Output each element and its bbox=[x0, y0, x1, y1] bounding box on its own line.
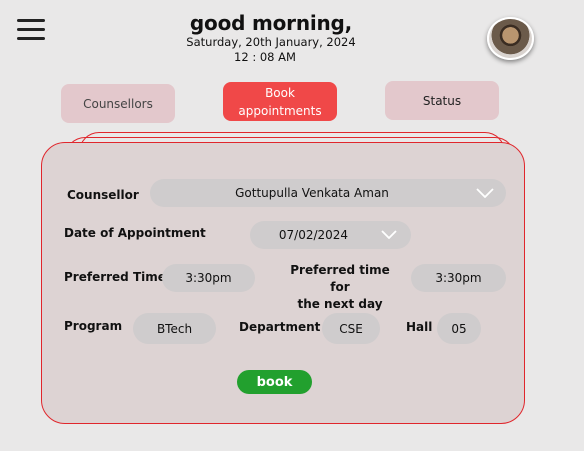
date-value: 07/02/2024 bbox=[278, 228, 349, 242]
book-button[interactable]: book bbox=[237, 370, 312, 394]
next-day-time-label-line2: the next day bbox=[297, 297, 383, 311]
program-label: Program bbox=[64, 319, 123, 333]
preferred-time-label: Preferred Time bbox=[64, 270, 166, 284]
tab-status-label: Status bbox=[422, 93, 462, 108]
hall-label: Hall bbox=[406, 320, 433, 334]
department-label: Department bbox=[239, 320, 321, 334]
hall-field[interactable]: 05 bbox=[437, 313, 481, 344]
chevron-down-icon bbox=[476, 188, 494, 198]
counsellor-label: Counsellor bbox=[67, 188, 139, 202]
next-day-time-field[interactable]: 3:30pm bbox=[411, 264, 506, 292]
book-button-label: book bbox=[256, 374, 293, 390]
tab-book-line2: appointments bbox=[238, 103, 322, 118]
current-time: 12 : 08 AM bbox=[234, 50, 296, 64]
hall-value: 05 bbox=[451, 321, 467, 336]
chevron-down-icon bbox=[381, 230, 397, 239]
date-label: Date of Appointment bbox=[64, 226, 206, 240]
date-dropdown[interactable]: 07/02/2024 bbox=[250, 221, 411, 249]
counsellor-dropdown[interactable]: Gottupulla Venkata Aman bbox=[150, 179, 506, 207]
tab-counsellors[interactable]: Counsellors bbox=[61, 84, 175, 123]
current-date: Saturday, 20th January, 2024 bbox=[186, 35, 356, 49]
next-day-time-label: Preferred time for the next day bbox=[280, 262, 400, 313]
next-day-time-value: 3:30pm bbox=[435, 271, 482, 285]
tab-counsellors-label: Counsellors bbox=[83, 96, 153, 111]
program-value: BTech bbox=[156, 321, 193, 336]
department-field[interactable]: CSE bbox=[322, 313, 380, 344]
greeting-title: good morning, bbox=[189, 11, 353, 35]
tab-book-appointments[interactable]: Book appointments bbox=[223, 82, 337, 121]
preferred-time-value: 3:30pm bbox=[185, 271, 232, 285]
program-field[interactable]: BTech bbox=[133, 313, 216, 344]
avatar[interactable] bbox=[487, 17, 534, 60]
tab-book-line1: Book bbox=[265, 85, 295, 100]
counsellor-value: Gottupulla Venkata Aman bbox=[235, 186, 389, 200]
tab-status[interactable]: Status bbox=[385, 81, 499, 120]
department-value: CSE bbox=[339, 321, 363, 336]
preferred-time-field[interactable]: 3:30pm bbox=[162, 264, 255, 292]
next-day-time-label-line1: Preferred time for bbox=[290, 263, 390, 294]
tab-book-appointments-label: Book appointments bbox=[238, 84, 321, 120]
